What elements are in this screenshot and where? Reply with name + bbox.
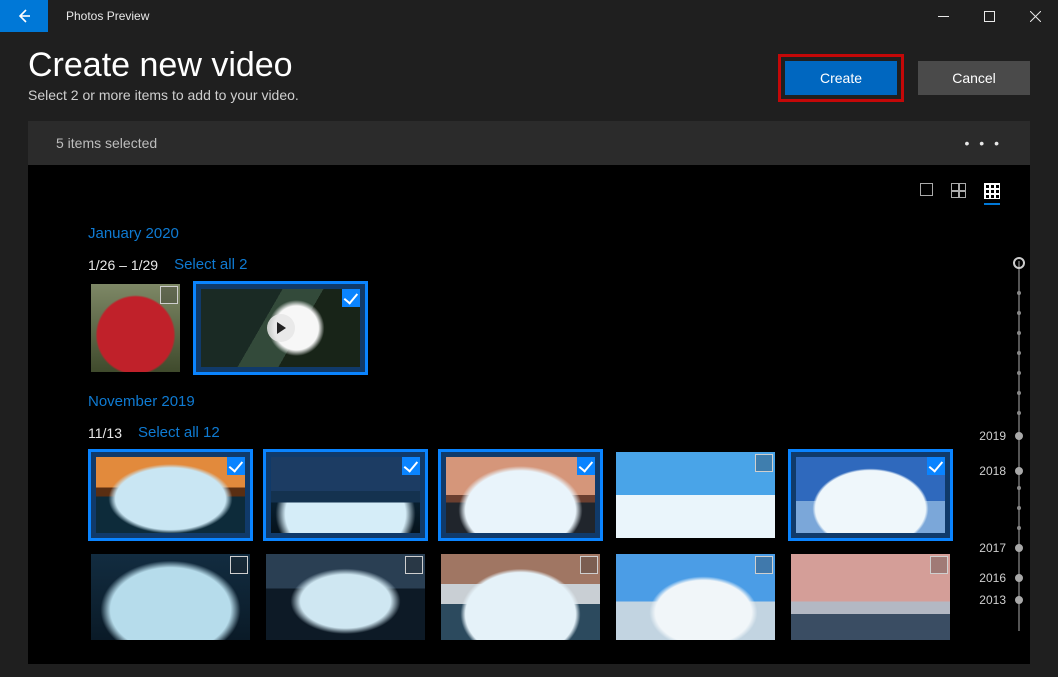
photo-thumbnail[interactable] <box>613 449 778 541</box>
date-range: 11/13 <box>88 425 122 441</box>
timeline-year[interactable]: 2017 <box>979 541 1006 555</box>
title-bar: Photos Preview <box>0 0 1058 32</box>
view-mode-toggles <box>28 177 1030 207</box>
timeline-year[interactable]: 2013 <box>979 593 1006 607</box>
selection-bar: 5 items selected • • • <box>28 121 1030 165</box>
date-group-nov-2019: November 2019 11/13 Select all 12 <box>28 375 1030 643</box>
selection-checkbox[interactable] <box>230 556 248 574</box>
create-button[interactable]: Create <box>785 61 897 95</box>
window-controls <box>920 0 1058 32</box>
selection-checkbox[interactable] <box>227 457 245 475</box>
select-all-link[interactable]: Select all 12 <box>138 424 220 441</box>
active-view-indicator <box>984 203 1000 205</box>
photo-thumbnail[interactable] <box>438 551 603 643</box>
selection-checkbox[interactable] <box>580 556 598 574</box>
photo-thumbnail[interactable] <box>788 449 953 541</box>
group-heading[interactable]: November 2019 <box>88 393 1030 410</box>
date-group-jan-2020: January 2020 1/26 – 1/29 Select all 2 <box>28 207 1030 375</box>
photo-thumbnail[interactable] <box>788 551 953 643</box>
maximize-button[interactable] <box>966 0 1012 32</box>
thumbnail-image <box>96 457 245 533</box>
thumbnail-image <box>796 457 945 533</box>
selection-checkbox[interactable] <box>930 556 948 574</box>
photo-thumbnail[interactable] <box>88 281 183 375</box>
selection-checkbox[interactable] <box>405 556 423 574</box>
view-medium-icon[interactable] <box>951 183 966 198</box>
minimize-button[interactable] <box>920 0 966 32</box>
selection-checkbox[interactable] <box>755 454 773 472</box>
play-icon <box>267 314 295 342</box>
photo-picker-panel: January 2020 1/26 – 1/29 Select all 2 No… <box>28 165 1030 664</box>
thumbnail-image <box>616 554 775 640</box>
selection-checkbox[interactable] <box>160 286 178 304</box>
page-subtitle: Select 2 or more items to add to your vi… <box>28 87 778 103</box>
more-button[interactable]: • • • <box>965 135 1002 151</box>
view-small-icon[interactable] <box>984 183 1000 199</box>
create-button-highlight: Create <box>778 54 904 102</box>
close-button[interactable] <box>1012 0 1058 32</box>
app-title: Photos Preview <box>66 9 149 23</box>
back-button[interactable] <box>0 0 48 32</box>
selection-checkbox[interactable] <box>577 457 595 475</box>
selection-count: 5 items selected <box>56 135 157 151</box>
select-all-link[interactable]: Select all 2 <box>174 256 247 273</box>
thumbnail-image <box>271 457 420 533</box>
timeline-year[interactable]: 2016 <box>979 571 1006 585</box>
photo-thumbnail[interactable] <box>263 551 428 643</box>
photo-thumbnail[interactable] <box>438 449 603 541</box>
thumbnail-image <box>91 554 250 640</box>
video-thumbnail[interactable] <box>193 281 368 375</box>
timeline-handle[interactable] <box>1013 257 1025 269</box>
cancel-button[interactable]: Cancel <box>918 61 1030 95</box>
timeline-scrubber[interactable]: 2019 2018 2017 2016 2013 <box>982 261 1028 631</box>
photo-thumbnail[interactable] <box>88 449 253 541</box>
thumbnail-image <box>791 554 950 640</box>
selection-checkbox[interactable] <box>755 556 773 574</box>
page-header: Create new video Select 2 or more items … <box>0 32 1058 121</box>
page-title: Create new video <box>28 46 778 85</box>
view-large-icon[interactable] <box>920 183 933 196</box>
timeline-year[interactable]: 2019 <box>979 429 1006 443</box>
thumbnail-image <box>446 457 595 533</box>
thumbnail-image <box>266 554 425 640</box>
photo-thumbnail[interactable] <box>88 551 253 643</box>
thumbnail-image <box>441 554 600 640</box>
selection-checkbox[interactable] <box>927 457 945 475</box>
photo-thumbnail[interactable] <box>613 551 778 643</box>
selection-checkbox[interactable] <box>402 457 420 475</box>
photo-thumbnail[interactable] <box>263 449 428 541</box>
date-range: 1/26 – 1/29 <box>88 257 158 273</box>
selection-checkbox[interactable] <box>342 289 360 307</box>
timeline-year[interactable]: 2018 <box>979 464 1006 478</box>
group-heading[interactable]: January 2020 <box>88 225 1030 242</box>
thumbnail-image <box>616 452 775 538</box>
